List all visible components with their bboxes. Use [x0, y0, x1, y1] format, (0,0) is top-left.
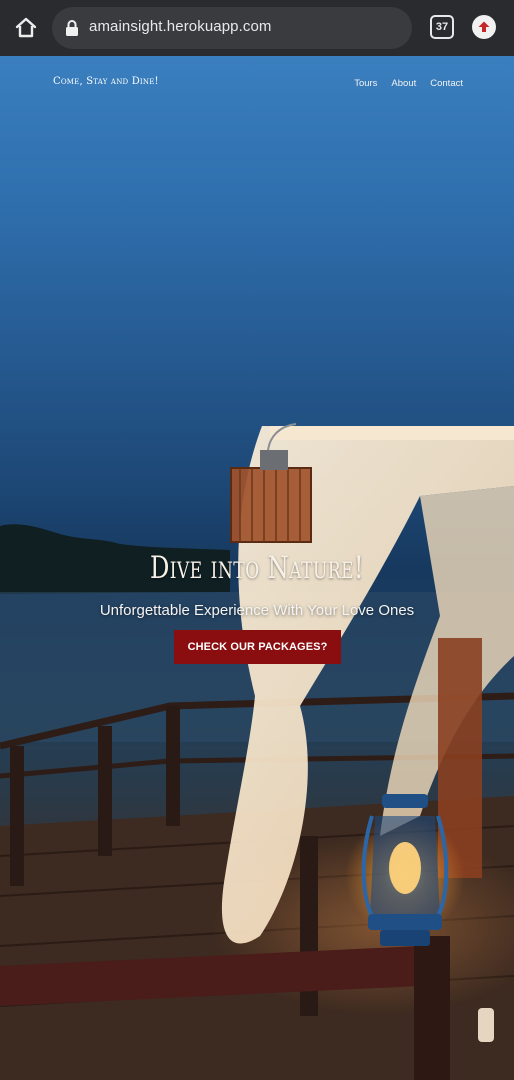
nav-link-contact[interactable]: Contact — [430, 78, 463, 89]
url-text: amainsight.herokuapp.com — [89, 18, 272, 35]
lock-icon — [66, 20, 78, 36]
address-bar[interactable]: amainsight.herokuapp.com — [52, 7, 412, 49]
nav-link-about[interactable]: About — [391, 78, 416, 89]
browser-toolbar: amainsight.herokuapp.com 37 — [0, 0, 514, 56]
nav-link-tours[interactable]: Tours — [354, 78, 377, 89]
check-packages-button[interactable]: CHECK OUR PACKAGES? — [174, 630, 341, 664]
hero-title: Dive into Nature! — [149, 550, 365, 586]
update-arrow-icon — [478, 21, 490, 32]
tab-count: 37 — [435, 21, 449, 33]
hero-subtitle: Unforgettable Experience With Your Love … — [99, 602, 415, 619]
site-nav: Tours About Contact — [354, 78, 463, 89]
site-brand[interactable]: Come, Stay and Dine! — [53, 76, 159, 87]
home-button[interactable] — [12, 14, 40, 42]
hero-section: Come, Stay and Dine! Tours About Contact… — [0, 56, 514, 1080]
browser-update-button[interactable] — [472, 15, 496, 39]
home-icon — [15, 17, 37, 38]
tab-switcher-button[interactable]: 37 — [430, 15, 454, 39]
